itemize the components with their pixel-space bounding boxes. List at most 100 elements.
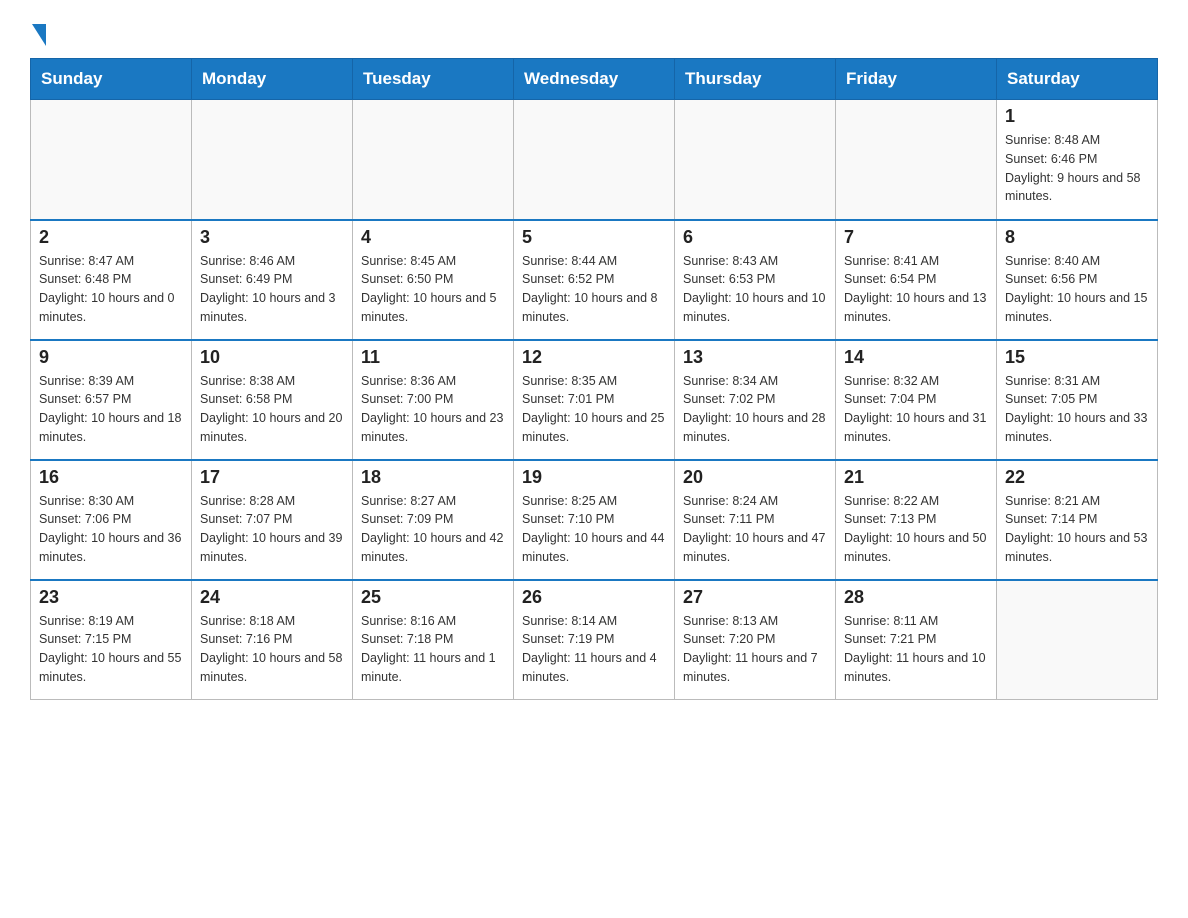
calendar-day-header: Thursday	[675, 59, 836, 100]
day-info: Sunrise: 8:41 AMSunset: 6:54 PMDaylight:…	[844, 252, 988, 327]
calendar-header-row: SundayMondayTuesdayWednesdayThursdayFrid…	[31, 59, 1158, 100]
day-number: 28	[844, 587, 988, 608]
calendar-day-cell: 4 Sunrise: 8:45 AMSunset: 6:50 PMDaylight…	[353, 220, 514, 340]
calendar-day-cell: 20Sunrise: 8:24 AMSunset: 7:11 PMDayligh…	[675, 460, 836, 580]
calendar-week-row: 2 Sunrise: 8:47 AMSunset: 6:48 PMDaylight…	[31, 220, 1158, 340]
day-info: Sunrise: 8:48 AMSunset: 6:46 PMDaylight:…	[1005, 131, 1149, 206]
day-info: Sunrise: 8:28 AMSunset: 7:07 PMDaylight:…	[200, 492, 344, 567]
calendar-day-cell: 10 Sunrise: 8:38 AMSunset: 6:58 PMDayligh…	[192, 340, 353, 460]
day-info: Sunrise: 8:38 AMSunset: 6:58 PMDaylight:…	[200, 372, 344, 447]
day-number: 24	[200, 587, 344, 608]
day-info: Sunrise: 8:47 AMSunset: 6:48 PMDaylight:…	[39, 252, 183, 327]
day-info: Sunrise: 8:31 AMSunset: 7:05 PMDaylight:…	[1005, 372, 1149, 447]
calendar-day-cell	[192, 100, 353, 220]
calendar-day-cell: 18 Sunrise: 8:27 AMSunset: 7:09 PMDayligh…	[353, 460, 514, 580]
day-info: Sunrise: 8:22 AMSunset: 7:13 PMDaylight:…	[844, 492, 988, 567]
calendar-day-cell: 1 Sunrise: 8:48 AMSunset: 6:46 PMDaylight…	[997, 100, 1158, 220]
calendar-day-header: Friday	[836, 59, 997, 100]
calendar-week-row: 1 Sunrise: 8:48 AMSunset: 6:46 PMDaylight…	[31, 100, 1158, 220]
calendar-day-cell: 3 Sunrise: 8:46 AMSunset: 6:49 PMDaylight…	[192, 220, 353, 340]
page-header	[30, 20, 1158, 42]
calendar-day-header: Wednesday	[514, 59, 675, 100]
day-number: 22	[1005, 467, 1149, 488]
calendar-day-cell: 25 Sunrise: 8:16 AMSunset: 7:18 PMDayligh…	[353, 580, 514, 700]
calendar-day-cell	[997, 580, 1158, 700]
calendar-day-cell: 5Sunrise: 8:44 AMSunset: 6:52 PMDaylight…	[514, 220, 675, 340]
day-number: 14	[844, 347, 988, 368]
calendar-day-cell: 12 Sunrise: 8:35 AMSunset: 7:01 PMDayligh…	[514, 340, 675, 460]
day-number: 18	[361, 467, 505, 488]
day-info: Sunrise: 8:35 AMSunset: 7:01 PMDaylight:…	[522, 372, 666, 447]
day-info: Sunrise: 8:25 AMSunset: 7:10 PMDaylight:…	[522, 492, 666, 567]
day-number: 27	[683, 587, 827, 608]
day-info: Sunrise: 8:19 AMSunset: 7:15 PMDaylight:…	[39, 612, 183, 687]
day-info: Sunrise: 8:32 AMSunset: 7:04 PMDaylight:…	[844, 372, 988, 447]
calendar-day-cell	[31, 100, 192, 220]
day-number: 19	[522, 467, 666, 488]
day-number: 25	[361, 587, 505, 608]
calendar-day-cell: 17 Sunrise: 8:28 AMSunset: 7:07 PMDayligh…	[192, 460, 353, 580]
day-info: Sunrise: 8:44 AMSunset: 6:52 PMDaylight:…	[522, 252, 666, 327]
day-number: 4	[361, 227, 505, 248]
calendar-day-cell: 8Sunrise: 8:40 AMSunset: 6:56 PMDaylight…	[997, 220, 1158, 340]
calendar-day-cell: 24 Sunrise: 8:18 AMSunset: 7:16 PMDayligh…	[192, 580, 353, 700]
calendar-day-cell: 22 Sunrise: 8:21 AMSunset: 7:14 PMDayligh…	[997, 460, 1158, 580]
calendar-day-cell: 28 Sunrise: 8:11 AMSunset: 7:21 PMDayligh…	[836, 580, 997, 700]
day-number: 21	[844, 467, 988, 488]
calendar-table: SundayMondayTuesdayWednesdayThursdayFrid…	[30, 58, 1158, 700]
calendar-day-cell: 9Sunrise: 8:39 AMSunset: 6:57 PMDaylight…	[31, 340, 192, 460]
day-number: 6	[683, 227, 827, 248]
day-info: Sunrise: 8:34 AMSunset: 7:02 PMDaylight:…	[683, 372, 827, 447]
calendar-day-cell: 2 Sunrise: 8:47 AMSunset: 6:48 PMDaylight…	[31, 220, 192, 340]
calendar-week-row: 9Sunrise: 8:39 AMSunset: 6:57 PMDaylight…	[31, 340, 1158, 460]
day-number: 7	[844, 227, 988, 248]
calendar-day-cell: 6 Sunrise: 8:43 AMSunset: 6:53 PMDaylight…	[675, 220, 836, 340]
calendar-day-header: Saturday	[997, 59, 1158, 100]
day-info: Sunrise: 8:43 AMSunset: 6:53 PMDaylight:…	[683, 252, 827, 327]
calendar-day-cell: 11 Sunrise: 8:36 AMSunset: 7:00 PMDayligh…	[353, 340, 514, 460]
day-number: 1	[1005, 106, 1149, 127]
day-number: 2	[39, 227, 183, 248]
day-info: Sunrise: 8:16 AMSunset: 7:18 PMDaylight:…	[361, 612, 505, 687]
day-info: Sunrise: 8:45 AMSunset: 6:50 PMDaylight:…	[361, 252, 505, 327]
calendar-day-cell	[514, 100, 675, 220]
calendar-day-cell: 13 Sunrise: 8:34 AMSunset: 7:02 PMDayligh…	[675, 340, 836, 460]
logo	[30, 20, 46, 42]
calendar-week-row: 16 Sunrise: 8:30 AMSunset: 7:06 PMDayligh…	[31, 460, 1158, 580]
day-number: 10	[200, 347, 344, 368]
calendar-day-cell: 15 Sunrise: 8:31 AMSunset: 7:05 PMDayligh…	[997, 340, 1158, 460]
day-info: Sunrise: 8:46 AMSunset: 6:49 PMDaylight:…	[200, 252, 344, 327]
day-info: Sunrise: 8:13 AMSunset: 7:20 PMDaylight:…	[683, 612, 827, 687]
day-number: 16	[39, 467, 183, 488]
day-info: Sunrise: 8:14 AMSunset: 7:19 PMDaylight:…	[522, 612, 666, 687]
calendar-day-header: Sunday	[31, 59, 192, 100]
day-info: Sunrise: 8:18 AMSunset: 7:16 PMDaylight:…	[200, 612, 344, 687]
day-number: 13	[683, 347, 827, 368]
calendar-day-cell: 26Sunrise: 8:14 AMSunset: 7:19 PMDayligh…	[514, 580, 675, 700]
calendar-day-cell: 16 Sunrise: 8:30 AMSunset: 7:06 PMDayligh…	[31, 460, 192, 580]
day-number: 9	[39, 347, 183, 368]
calendar-day-cell: 27 Sunrise: 8:13 AMSunset: 7:20 PMDayligh…	[675, 580, 836, 700]
day-number: 11	[361, 347, 505, 368]
day-number: 17	[200, 467, 344, 488]
logo-arrow-icon	[32, 24, 46, 46]
calendar-day-cell: 23Sunrise: 8:19 AMSunset: 7:15 PMDayligh…	[31, 580, 192, 700]
day-info: Sunrise: 8:11 AMSunset: 7:21 PMDaylight:…	[844, 612, 988, 687]
calendar-week-row: 23Sunrise: 8:19 AMSunset: 7:15 PMDayligh…	[31, 580, 1158, 700]
day-info: Sunrise: 8:36 AMSunset: 7:00 PMDaylight:…	[361, 372, 505, 447]
calendar-day-cell: 21 Sunrise: 8:22 AMSunset: 7:13 PMDayligh…	[836, 460, 997, 580]
calendar-day-cell: 19 Sunrise: 8:25 AMSunset: 7:10 PMDayligh…	[514, 460, 675, 580]
day-number: 3	[200, 227, 344, 248]
day-info: Sunrise: 8:21 AMSunset: 7:14 PMDaylight:…	[1005, 492, 1149, 567]
day-number: 15	[1005, 347, 1149, 368]
calendar-day-header: Monday	[192, 59, 353, 100]
calendar-day-cell: 7 Sunrise: 8:41 AMSunset: 6:54 PMDaylight…	[836, 220, 997, 340]
day-info: Sunrise: 8:27 AMSunset: 7:09 PMDaylight:…	[361, 492, 505, 567]
calendar-day-cell	[353, 100, 514, 220]
day-number: 20	[683, 467, 827, 488]
calendar-day-cell: 14 Sunrise: 8:32 AMSunset: 7:04 PMDayligh…	[836, 340, 997, 460]
calendar-day-cell	[675, 100, 836, 220]
day-number: 12	[522, 347, 666, 368]
day-number: 8	[1005, 227, 1149, 248]
day-info: Sunrise: 8:30 AMSunset: 7:06 PMDaylight:…	[39, 492, 183, 567]
